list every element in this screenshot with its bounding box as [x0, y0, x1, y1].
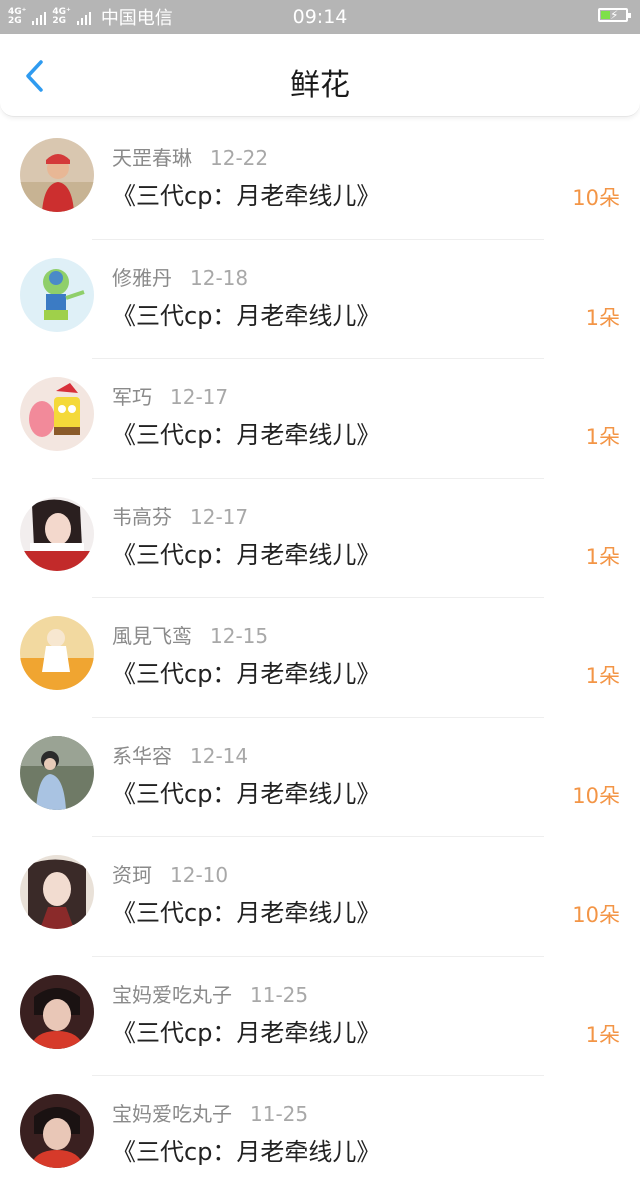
sender-name: 修雅丹 [112, 265, 172, 290]
flower-count: 1朵 [585, 305, 620, 330]
sender-name: 资珂 [112, 863, 152, 887]
book-title: 《三代cp：月老牵线儿》 [112, 1138, 381, 1166]
sender-line: 天罡春琳 12-22 [112, 142, 268, 171]
flower-count: 10朵 [572, 903, 620, 927]
sender-line: 军巧 12-17 [112, 381, 228, 410]
book-title: 《三代cp：月老牵线儿》 [112, 779, 381, 808]
send-date: 12-22 [210, 146, 269, 170]
sender-name: 军巧 [112, 385, 152, 409]
list-item[interactable]: 宝妈爱吃丸子 11-25 《三代cp：月老牵线儿》 1朵 [0, 957, 640, 1076]
avatar[interactable] [20, 974, 94, 1049]
send-date: 12-17 [190, 504, 249, 529]
list-item[interactable]: 军巧 12-17 《三代cp：月老牵线儿》 1朵 [0, 359, 640, 479]
avatar[interactable] [20, 377, 94, 451]
send-date: 12-18 [190, 265, 249, 290]
book-title: 《三代cp：月老牵线儿》 [112, 1018, 381, 1047]
send-date: 12-14 [190, 743, 249, 768]
list-item[interactable]: 修雅丹 12-18 《三代cp：月老牵线儿》 1朵 [0, 240, 640, 359]
book-title: 《三代cp：月老牵线儿》 [112, 660, 381, 688]
sender-line: 资珂 12-10 [112, 859, 228, 888]
flower-count: 10朵 [572, 783, 620, 808]
sender-name: 風見飞鸾 [112, 624, 192, 648]
book-title: 《三代cp：月老牵线儿》 [112, 540, 381, 569]
list-item[interactable]: 资珂 12-10 《三代cp：月老牵线儿》 10朵 [0, 837, 640, 957]
sender-line: 系华容 12-14 [112, 740, 248, 769]
charging-icon: ⚡ [610, 8, 619, 22]
sender-line: 宝妈爱吃丸子 11-25 [112, 979, 308, 1008]
list-item[interactable]: 風見飞鸾 12-15 《三代cp：月老牵线儿》 1朵 [0, 598, 640, 718]
flower-count: 1朵 [585, 544, 620, 569]
flower-list: 天罡春琳 12-22 《三代cp：月老牵线儿》 10朵 修雅丹 12-18 《三代c… [0, 120, 640, 1196]
flower-count: 1朵 [585, 1022, 620, 1047]
list-item[interactable]: 系华容 12-14 《三代cp：月老牵线儿》 10朵 [0, 718, 640, 837]
sender-line: 修雅丹 12-18 [112, 262, 248, 291]
avatar[interactable] [20, 496, 94, 571]
sender-line: 韦高芬 12-17 [112, 501, 248, 530]
book-title: 《三代cp：月老牵线儿》 [112, 301, 381, 330]
avatar[interactable] [20, 138, 94, 212]
sender-name: 系华容 [112, 743, 172, 768]
avatar[interactable] [20, 855, 94, 929]
sender-name: 韦高芬 [112, 504, 172, 529]
flower-count: 10朵 [572, 186, 620, 210]
flower-count: 1朵 [585, 425, 620, 449]
send-date: 12-10 [170, 863, 229, 887]
send-date: 11-25 [250, 982, 309, 1007]
avatar[interactable] [20, 257, 94, 332]
sender-line: 風見飞鸾 12-15 [112, 620, 268, 649]
sender-line: 宝妈爱吃丸子 11-25 [112, 1098, 308, 1127]
book-title: 《三代cp：月老牵线儿》 [112, 899, 381, 927]
send-date: 11-25 [250, 1102, 309, 1126]
battery-icon: ⚡ [598, 8, 631, 22]
list-item[interactable]: 天罡春琳 12-22 《三代cp：月老牵线儿》 10朵 [0, 120, 640, 240]
avatar[interactable] [20, 616, 94, 690]
status-bar: 4G⁺ 2G 4G⁺ 2G 中国电信 09:14 ⚡ [0, 0, 640, 34]
book-title: 《三代cp：月老牵线儿》 [112, 421, 381, 449]
send-date: 12-17 [170, 385, 229, 409]
avatar[interactable] [20, 1094, 94, 1168]
sender-name: 天罡春琳 [112, 146, 192, 170]
page-title: 鲜花 [290, 68, 350, 103]
sender-name: 宝妈爱吃丸子 [112, 1102, 232, 1126]
flower-count: 1朵 [585, 664, 620, 688]
nav-bar: 鲜花 [0, 34, 640, 117]
avatar[interactable] [20, 735, 94, 810]
status-time: 09:14 [292, 6, 348, 28]
list-item[interactable]: 宝妈爱吃丸子 11-25 《三代cp：月老牵线儿》 [0, 1076, 640, 1196]
list-item[interactable]: 韦高芬 12-17 《三代cp：月老牵线儿》 1朵 [0, 479, 640, 598]
send-date: 12-15 [210, 624, 269, 648]
battery-level [601, 11, 610, 19]
book-title: 《三代cp：月老牵线儿》 [112, 182, 381, 210]
sender-name: 宝妈爱吃丸子 [112, 982, 232, 1007]
